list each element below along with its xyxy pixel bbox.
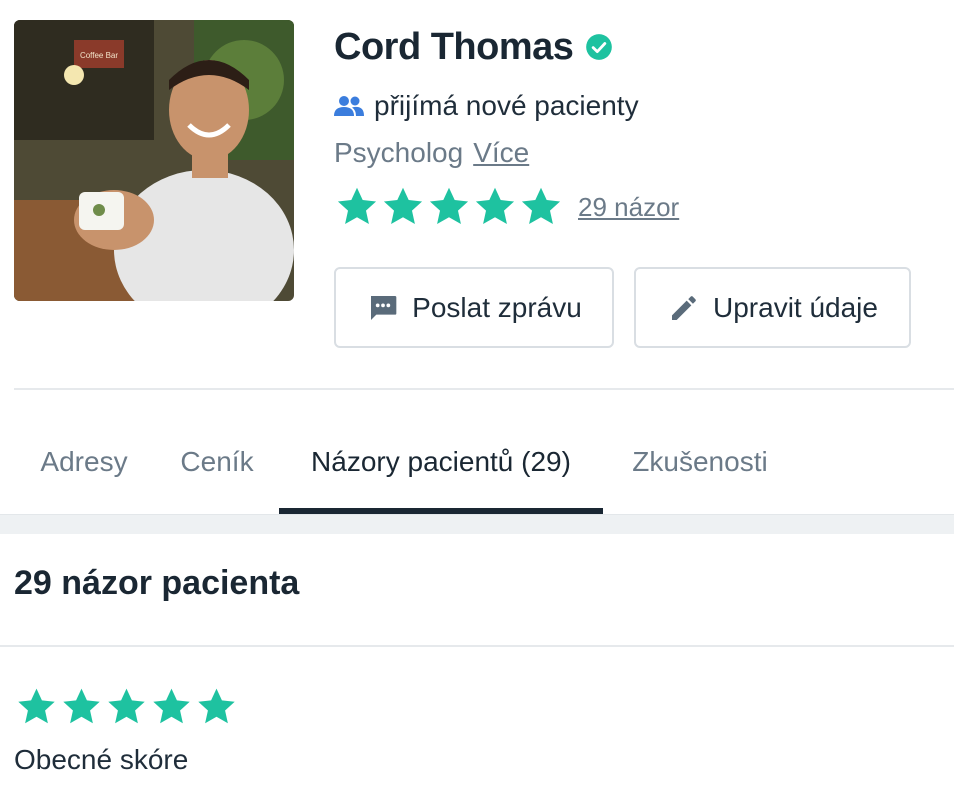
name-row: Cord Thomas [334, 24, 613, 70]
specialty-row: Psycholog Více [334, 134, 529, 172]
tab-patient-reviews[interactable]: Názory pacientů (29) [279, 410, 603, 514]
star-icon [153, 688, 190, 724]
star-icon [337, 187, 377, 225]
edit-details-button[interactable]: Upravit údaje [634, 267, 911, 348]
reviews-section-title: 29 názor pacienta [14, 564, 300, 602]
people-icon [334, 96, 364, 116]
send-message-label: Poslat zprávu [412, 291, 582, 323]
section-separator [0, 514, 954, 534]
more-specialties-link[interactable]: Více [473, 137, 529, 169]
star-icon [521, 187, 561, 225]
star-icon [198, 688, 235, 724]
rating-stars [334, 185, 564, 229]
edit-details-label: Upravit údaje [713, 291, 878, 323]
doctor-profile-card: Coffee Bar Cord Thomas přijímá nové paci… [0, 0, 954, 390]
send-message-button[interactable]: Poslat zprávu [334, 267, 614, 348]
pencil-icon [672, 295, 696, 320]
verified-check-icon [586, 34, 613, 60]
accepting-patients-row: přijímá nové pacienty [334, 88, 639, 124]
divider [14, 388, 954, 390]
overall-score-stars [14, 686, 239, 728]
accepting-patients-text: přijímá nové pacienty [374, 90, 639, 121]
doctor-name: Cord Thomas [334, 25, 574, 68]
profile-tabs: Adresy Ceník Názory pacientů (29) Zkušen… [0, 410, 954, 514]
star-icon [18, 688, 55, 724]
chat-bubble-icon [371, 295, 397, 320]
star-icon [475, 187, 515, 225]
star-icon [383, 187, 423, 225]
star-icon [63, 688, 100, 724]
svg-text:Coffee Bar: Coffee Bar [80, 51, 118, 60]
reviews-count-link[interactable]: 29 názor [578, 192, 679, 223]
rating-row: 29 názor [334, 184, 679, 230]
tab-prices[interactable]: Ceník [166, 410, 268, 514]
star-icon [429, 187, 469, 225]
tab-addresses[interactable]: Adresy [14, 410, 154, 514]
tab-experience[interactable]: Zkušenosti [614, 410, 786, 514]
specialty-text: Psycholog [334, 137, 464, 168]
divider [0, 645, 954, 647]
overall-score-label: Obecné skóre [14, 744, 189, 775]
star-icon [108, 688, 145, 724]
profile-photo: Coffee Bar [14, 20, 294, 301]
